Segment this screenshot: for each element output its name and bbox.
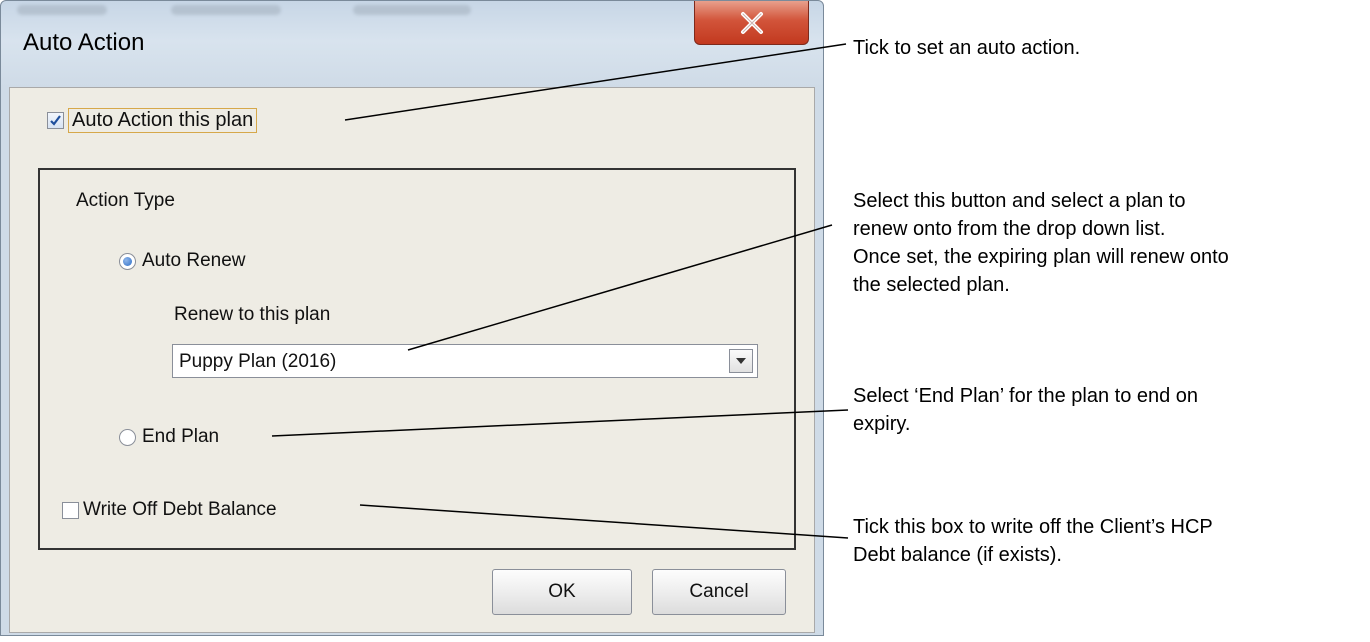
annotation-end-plan: Select ‘End Plan’ for the plan to end on… — [853, 382, 1198, 438]
annotation-line: Select ‘End Plan’ for the plan to end on — [853, 385, 1199, 407]
annotation-line: the selected plan. — [853, 274, 1010, 296]
leader-line-select-plan — [407, 224, 833, 351]
annotation-line: renew onto from the drop down list. — [853, 218, 1166, 240]
annotation-line: expiry. — [853, 413, 911, 435]
annotation-line: Tick this box to write off the Client’s … — [853, 516, 1213, 538]
leader-line-end-plan — [271, 409, 849, 437]
annotation-select-plan: Select this button and select a plan to … — [853, 187, 1229, 299]
annotation-line: Select this button and select a plan to — [853, 190, 1186, 212]
annotation-line: Once set, the expiring plan will renew o… — [853, 246, 1229, 268]
leader-line-write-off — [359, 504, 849, 539]
annotation-write-off: Tick this box to write off the Client’s … — [853, 513, 1213, 569]
leader-line-auto-action — [344, 43, 847, 121]
annotation-line: Debt balance (if exists). — [853, 544, 1062, 566]
annotation-auto-action: Tick to set an auto action. — [853, 37, 1081, 59]
